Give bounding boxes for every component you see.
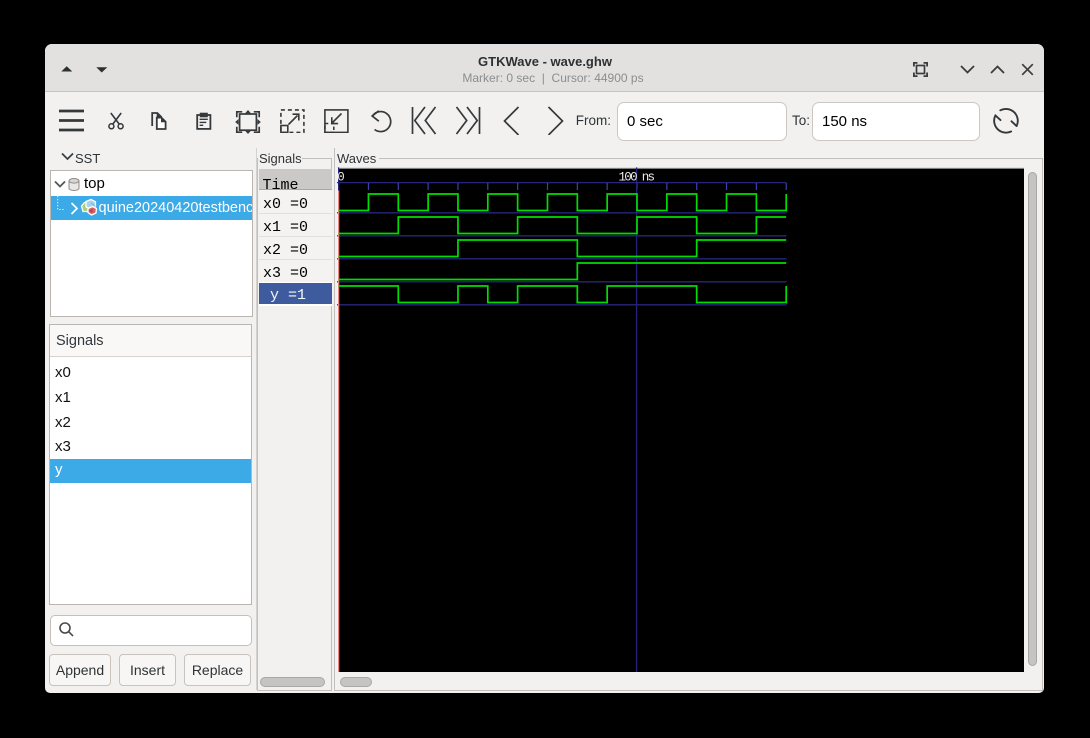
svg-text:100 ns: 100 ns (619, 171, 655, 185)
